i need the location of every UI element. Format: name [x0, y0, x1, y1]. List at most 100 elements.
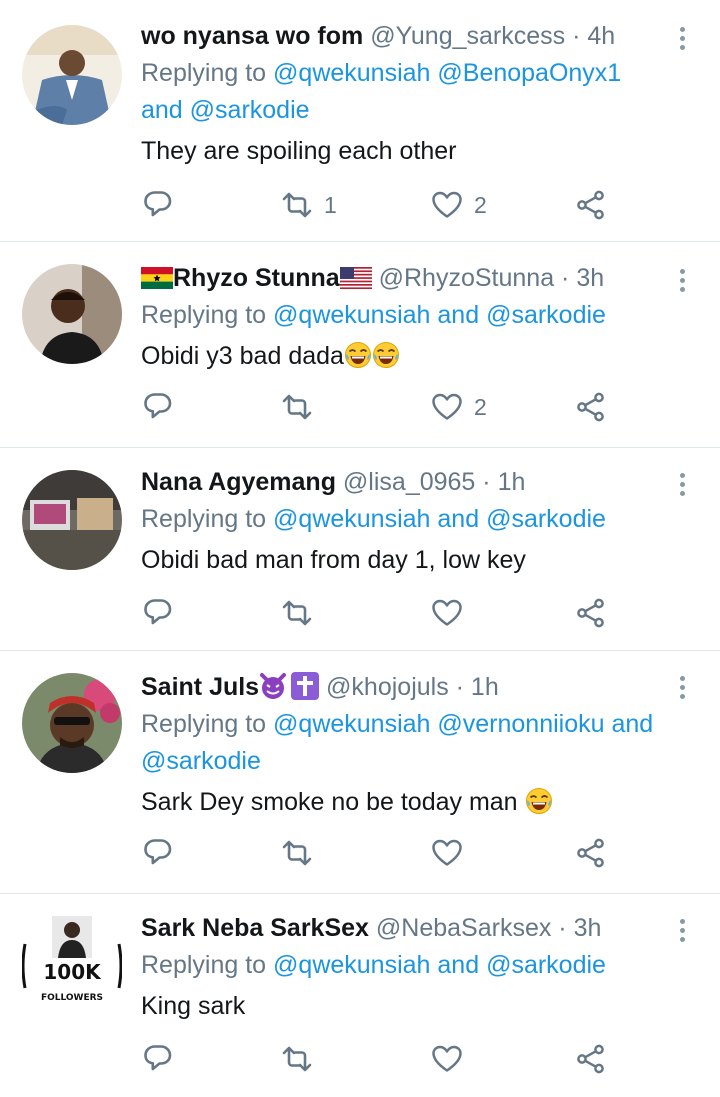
timestamp[interactable]: 3h — [574, 914, 602, 942]
display-name[interactable]: Nana Agyemang — [141, 468, 336, 496]
mention-link[interactable]: @qwekunsiah @BenopaOnyx1 — [273, 59, 621, 87]
separator: · — [475, 468, 498, 496]
tweet-text: Sark Dey smoke no be today man — [141, 784, 680, 821]
and-text: and — [604, 710, 654, 738]
user-handle[interactable]: @NebaSarksex — [376, 914, 551, 942]
retweet-button[interactable]: 1 — [280, 185, 337, 225]
tweet[interactable]: Saint Juls @khojojuls · 1h Replying to @… — [0, 651, 720, 894]
retweet-icon — [282, 600, 312, 626]
reply-button[interactable] — [141, 1039, 175, 1079]
reply-icon — [144, 839, 172, 865]
retweet-button[interactable] — [280, 1039, 324, 1079]
replying-label: Replying to — [141, 59, 274, 87]
tweet-header: wo nyansa wo fom @Yung_sarkcess · 4h — [141, 18, 680, 55]
tweet[interactable]: 100K FOLLOWERS Sark Neba SarkSex @NebaSa… — [0, 894, 720, 1097]
user-handle[interactable]: @lisa_0965 — [343, 468, 475, 496]
share-button[interactable] — [574, 593, 608, 633]
like-button[interactable] — [430, 833, 474, 873]
share-button[interactable] — [574, 1039, 608, 1079]
retweet-button[interactable] — [280, 387, 324, 427]
like-icon — [432, 839, 462, 866]
timestamp[interactable]: 1h — [471, 673, 499, 701]
user-handle[interactable]: @khojojuls — [326, 673, 449, 701]
avatar[interactable] — [22, 264, 122, 364]
tweet-header: Nana Agyemang @lisa_0965 · 1h — [141, 464, 680, 501]
display-name[interactable]: Saint Juls — [141, 673, 259, 701]
tweet-actions — [141, 593, 720, 633]
avatar[interactable] — [22, 470, 122, 570]
more-icon[interactable] — [674, 24, 690, 54]
like-button[interactable] — [430, 593, 474, 633]
share-button[interactable] — [574, 387, 608, 427]
user-handle[interactable]: @RhyzoStunna — [379, 264, 554, 292]
share-button[interactable] — [574, 185, 608, 225]
tweet-actions: 1 2 — [141, 185, 720, 225]
like-count: 2 — [474, 191, 487, 218]
mention-link[interactable]: @qwekunsiah — [273, 505, 430, 533]
tweet-header: Saint Juls @khojojuls · 1h — [141, 669, 680, 706]
avatar[interactable]: 100K FOLLOWERS — [22, 916, 122, 1016]
mention-link[interactable]: @qwekunsiah @vernonniioku — [273, 710, 605, 738]
display-name[interactable]: Sark Neba SarkSex — [141, 914, 369, 942]
replying-label: Replying to — [141, 505, 274, 533]
mention-link[interactable]: @sarkodie — [486, 951, 606, 979]
tweet[interactable]: Nana Agyemang @lisa_0965 · 1h Replying t… — [0, 448, 720, 651]
display-name[interactable]: wo nyansa wo fom — [141, 22, 363, 50]
laughing-emoji-icon — [372, 341, 400, 369]
tweet-actions — [141, 833, 720, 873]
separator: · — [551, 914, 574, 942]
mention-link[interactable]: @sarkodie — [141, 747, 261, 775]
mention-link[interactable]: @sarkodie — [486, 301, 606, 329]
display-name[interactable]: Rhyzo Stunna — [173, 264, 340, 292]
more-icon[interactable] — [674, 266, 690, 296]
avatar[interactable] — [22, 25, 122, 125]
retweet-button[interactable] — [280, 833, 324, 873]
reply-button[interactable] — [141, 185, 175, 225]
replying-to: Replying to @qwekunsiah and @sarkodie — [141, 501, 680, 538]
mention-link[interactable]: @qwekunsiah — [273, 301, 430, 329]
mention-link[interactable]: @qwekunsiah — [273, 951, 430, 979]
share-icon — [577, 392, 604, 422]
tweet[interactable]: Rhyzo Stunna @RhyzoStunna · 3h Replying … — [0, 242, 720, 448]
retweet-icon — [282, 1046, 312, 1072]
retweet-icon — [282, 192, 312, 218]
replying-label: Replying to — [141, 301, 274, 329]
laughing-emoji-icon — [344, 341, 372, 369]
retweet-icon — [282, 394, 312, 420]
separator: · — [448, 673, 471, 701]
share-icon — [577, 598, 604, 628]
user-handle[interactable]: @Yung_sarkcess — [370, 22, 565, 50]
replying-to: Replying to @qwekunsiah and @sarkodie — [141, 297, 680, 334]
tweet-header: Sark Neba SarkSex @NebaSarksex · 3h — [141, 910, 680, 947]
reply-icon — [144, 191, 172, 217]
avatar[interactable] — [22, 673, 122, 773]
reply-button[interactable] — [141, 593, 175, 633]
like-button[interactable]: 2 — [430, 185, 487, 225]
tweet[interactable]: wo nyansa wo fom @Yung_sarkcess · 4h Rep… — [0, 0, 720, 242]
and-text: and — [430, 951, 487, 979]
reply-button[interactable] — [141, 833, 175, 873]
laughing-emoji-icon — [525, 787, 552, 815]
reply-button[interactable] — [141, 387, 175, 427]
like-count: 2 — [474, 393, 487, 420]
smiling-devil-emoji-icon — [260, 673, 287, 699]
mention-link[interactable]: @sarkodie — [486, 505, 606, 533]
and-text: and — [430, 301, 487, 329]
timestamp[interactable]: 1h — [498, 468, 526, 496]
tweet-text: They are spoiling each other — [141, 137, 457, 165]
like-button[interactable] — [430, 1039, 474, 1079]
replying-label: Replying to — [141, 951, 274, 979]
mention-link[interactable]: @sarkodie — [190, 96, 310, 124]
timestamp[interactable]: 3h — [576, 264, 604, 292]
more-icon[interactable] — [674, 916, 690, 946]
retweet-button[interactable] — [280, 593, 324, 633]
timestamp[interactable]: 4h — [587, 22, 615, 50]
replying-to: Replying to @qwekunsiah and @sarkodie — [141, 947, 680, 984]
retweet-count: 1 — [324, 191, 337, 218]
share-button[interactable] — [574, 833, 608, 873]
like-button[interactable]: 2 — [430, 387, 487, 427]
tweet-text: Obidi y3 bad dada — [141, 338, 680, 375]
reply-icon — [144, 1045, 172, 1071]
more-icon[interactable] — [674, 673, 690, 703]
more-icon[interactable] — [674, 470, 690, 500]
